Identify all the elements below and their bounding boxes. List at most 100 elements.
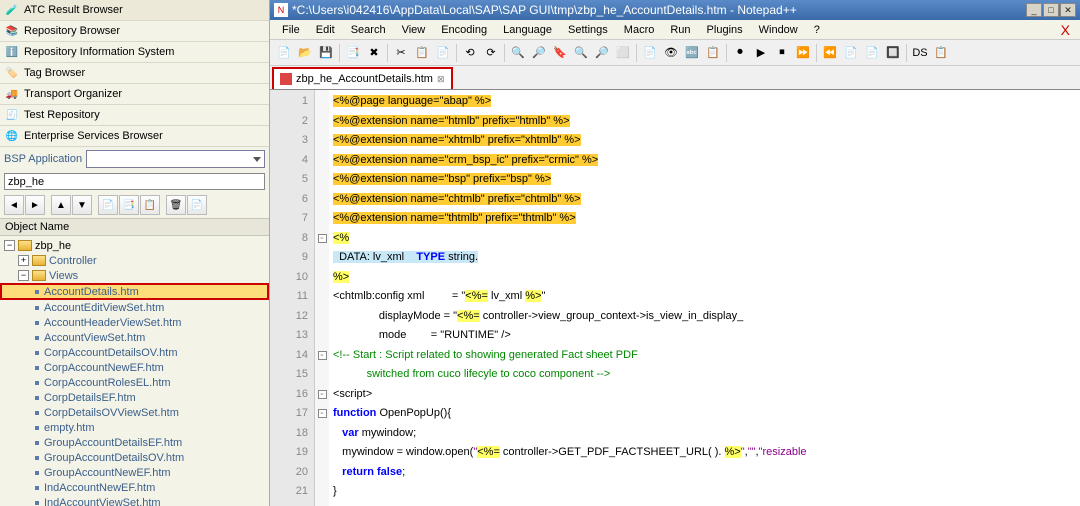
tree-row[interactable]: CorpDetailsOVViewSet.htm — [0, 405, 269, 420]
toolbar-button[interactable]: 📄 — [862, 43, 882, 63]
sap-left-panel: 🧪ATC Result Browser📚Repository Browserℹ️… — [0, 0, 270, 506]
toolbar-item[interactable]: ℹ️Repository Information System — [0, 42, 269, 63]
toolbar-button[interactable]: 📄 — [433, 43, 453, 63]
expand-icon[interactable]: + — [18, 255, 29, 266]
menu-settings[interactable]: Settings — [560, 22, 616, 38]
tool1-button[interactable]: 📑 — [119, 195, 139, 215]
exec-button[interactable]: 📄 — [98, 195, 118, 215]
tree-row[interactable]: AccountEditViewSet.htm — [0, 300, 269, 315]
menu-file[interactable]: File — [274, 22, 308, 38]
menu-window[interactable]: Window — [751, 22, 806, 38]
bullet-icon — [35, 336, 39, 340]
tree-row[interactable]: AccountDetails.htm — [0, 283, 269, 300]
toolbar-button[interactable]: 📑 — [343, 43, 363, 63]
tree-row[interactable]: IndAccountViewSet.htm — [0, 495, 269, 506]
tree-row[interactable]: AccountHeaderViewSet.htm — [0, 315, 269, 330]
menu-edit[interactable]: Edit — [308, 22, 343, 38]
menu-encoding[interactable]: Encoding — [433, 22, 495, 38]
collapse-icon[interactable]: − — [4, 240, 15, 251]
menu-macro[interactable]: Macro — [616, 22, 663, 38]
menu-view[interactable]: View — [394, 22, 434, 38]
toolbar-button[interactable]: 🔍 — [508, 43, 528, 63]
nav-up-button[interactable]: ▲ — [51, 195, 71, 215]
toolbar-button[interactable]: 🔎 — [592, 43, 612, 63]
menu-plugins[interactable]: Plugins — [699, 22, 751, 38]
toolbar-button[interactable]: ▶ — [751, 43, 771, 63]
nav-fwd-button[interactable]: ► — [25, 195, 45, 215]
toolbar-button[interactable]: ✂ — [391, 43, 411, 63]
toolbar-button[interactable]: 📄 — [841, 43, 861, 63]
menu-search[interactable]: Search — [343, 22, 394, 38]
tree-row[interactable]: GroupAccountNewEF.htm — [0, 465, 269, 480]
bullet-icon — [35, 456, 39, 460]
toolbar-button[interactable]: ⏪ — [820, 43, 840, 63]
toolbar-button[interactable]: 💾 — [316, 43, 336, 63]
toolbar-button[interactable]: 📋 — [703, 43, 723, 63]
tool3-button[interactable]: 🗑 — [166, 195, 186, 215]
close-button[interactable]: ✕ — [1060, 3, 1076, 17]
window-titlebar[interactable]: N *C:\Users\i042416\AppData\Local\SAP\SA… — [270, 0, 1080, 20]
fold-gutter[interactable]: ---- — [315, 90, 329, 506]
bsp-app-input[interactable] — [4, 173, 265, 190]
toolbar-button[interactable]: 🔎 — [529, 43, 549, 63]
maximize-button[interactable]: □ — [1043, 3, 1059, 17]
close-tab-icon[interactable]: ⊠ — [437, 74, 445, 85]
object-tree[interactable]: −zbp_he+Controller−Views AccountDetails.h… — [0, 236, 269, 506]
toolbar-item[interactable]: 🏷️Tag Browser — [0, 63, 269, 84]
tool2-button[interactable]: 📋 — [140, 195, 160, 215]
menu-?[interactable]: ? — [806, 22, 828, 38]
toolbar-button[interactable]: ⏺ — [730, 43, 750, 63]
toolbar-button[interactable]: ⟳ — [481, 43, 501, 63]
toolbar-button[interactable]: 📋 — [931, 43, 951, 63]
toolbar-button[interactable]: 📄 — [274, 43, 294, 63]
toolbar-button[interactable]: 📂 — [295, 43, 315, 63]
toolbar-button[interactable]: 🔖 — [550, 43, 570, 63]
toolbar-button[interactable]: ⬜ — [613, 43, 633, 63]
toolbar-item[interactable]: 🚚Transport Organizer — [0, 84, 269, 105]
tree-label: AccountDetails.htm — [44, 286, 139, 298]
code-editor[interactable]: 123456789101112131415161718192021 ---- <… — [270, 90, 1080, 506]
tree-row[interactable]: −Views — [0, 268, 269, 283]
tree-label: AccountViewSet.htm — [44, 332, 145, 344]
nav-back-button[interactable]: ◄ — [4, 195, 24, 215]
file-tab[interactable]: zbp_he_AccountDetails.htm ⊠ — [272, 67, 453, 89]
tree-row[interactable]: GroupAccountDetailsEF.htm — [0, 435, 269, 450]
tree-row[interactable]: +Controller — [0, 253, 269, 268]
toolbar-button[interactable]: 🔍 — [571, 43, 591, 63]
code-area[interactable]: <%@page language="abap" %><%@extension n… — [329, 90, 1080, 506]
tree-row[interactable]: AccountViewSet.htm — [0, 330, 269, 345]
toolbar-item[interactable]: 🌐Enterprise Services Browser — [0, 126, 269, 147]
filter-dropdown[interactable] — [86, 150, 265, 168]
collapse-icon[interactable]: − — [18, 270, 29, 281]
toolbar-button[interactable]: ⏩ — [793, 43, 813, 63]
toolbar-button[interactable]: 🔤 — [682, 43, 702, 63]
toolbar-button[interactable]: 🔲 — [883, 43, 903, 63]
tool4-button[interactable]: 📄 — [187, 195, 207, 215]
nav-down-button[interactable]: ▼ — [72, 195, 92, 215]
tree-row[interactable]: empty.htm — [0, 420, 269, 435]
toolbar-item[interactable]: 🧪ATC Result Browser — [0, 0, 269, 21]
toolbar-button[interactable]: ✖ — [364, 43, 384, 63]
tree-row[interactable]: IndAccountNewEF.htm — [0, 480, 269, 495]
menu-run[interactable]: Run — [662, 22, 698, 38]
tree-row[interactable]: CorpAccountRolesEL.htm — [0, 375, 269, 390]
toolbar-item[interactable]: 🧾Test Repository — [0, 105, 269, 126]
toolbar-button[interactable]: 📋 — [412, 43, 432, 63]
close-doc-button[interactable]: X — [1055, 22, 1076, 38]
toolbar-item[interactable]: 📚Repository Browser — [0, 21, 269, 42]
minimize-button[interactable]: _ — [1026, 3, 1042, 17]
toolbar-button[interactable]: 👁 — [661, 43, 681, 63]
tree-row[interactable]: GroupAccountDetailsOV.htm — [0, 450, 269, 465]
menu-language[interactable]: Language — [495, 22, 560, 38]
toolbar-button[interactable]: ⏹ — [772, 43, 792, 63]
tree-row[interactable]: CorpAccountNewEF.htm — [0, 360, 269, 375]
toolbar-button[interactable]: DS — [910, 43, 930, 63]
toolbar-button[interactable]: ⟲ — [460, 43, 480, 63]
toolbar-button[interactable]: 📄 — [640, 43, 660, 63]
tree-row[interactable]: −zbp_he — [0, 238, 269, 253]
tree-row[interactable]: CorpAccountDetailsOV.htm — [0, 345, 269, 360]
tree-label: empty.htm — [44, 422, 95, 434]
bullet-icon — [35, 321, 39, 325]
bullet-icon — [35, 366, 39, 370]
tree-row[interactable]: CorpDetailsEF.htm — [0, 390, 269, 405]
